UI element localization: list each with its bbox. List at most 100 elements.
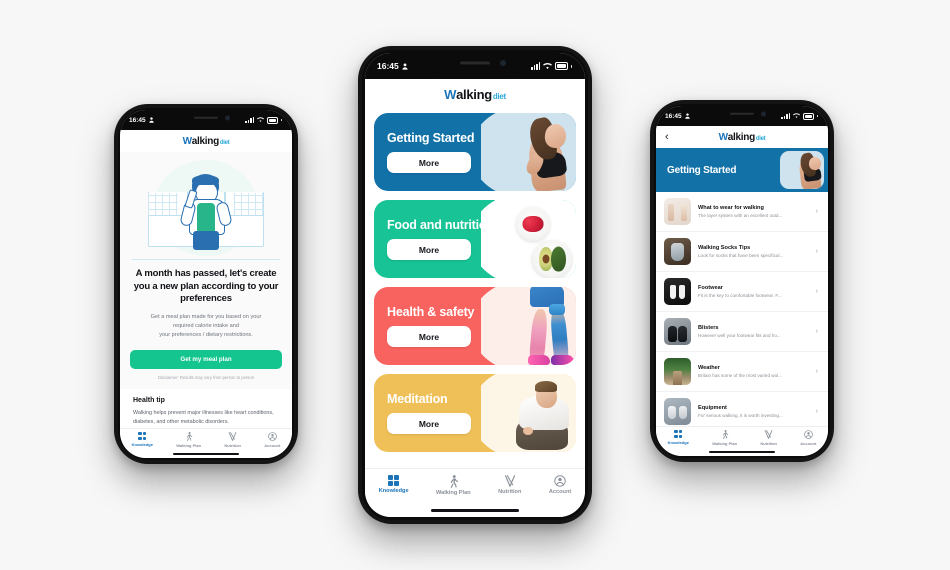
list-item[interactable]: Equipment For serious walking, it is wor… [656, 392, 828, 426]
more-button[interactable]: More [387, 413, 471, 434]
avocado-plate [532, 240, 572, 278]
phone-mockup-center: 16:45 Walking diet Getting Started More … [358, 46, 592, 524]
account-person-icon [554, 475, 566, 487]
illustration-person [179, 174, 233, 250]
app-logo: Walking diet [183, 136, 230, 147]
account-person-icon [267, 432, 277, 441]
legs-knee-brace-photo [481, 287, 576, 365]
logo-main: alking [456, 86, 492, 102]
list-item-text: Walking Socks Tips Look for socks that h… [698, 245, 809, 258]
front-camera [224, 115, 230, 120]
list-item-title: Walking Socks Tips [698, 244, 751, 251]
wifi-icon [793, 113, 800, 119]
nav-label: Knowledge [667, 440, 689, 445]
nav-item-account[interactable]: Account [800, 430, 816, 446]
nav-item-walking-plan[interactable]: Walking Plan [176, 432, 201, 448]
meditator-hand [523, 427, 533, 435]
category-card-health-safety[interactable]: Health & safety More [374, 287, 576, 365]
article-list: What to wear for walking The layer syste… [656, 192, 828, 426]
battery-icon [267, 116, 278, 124]
list-item-text: Blisters However well your footwear fits… [698, 325, 809, 338]
nav-item-account[interactable]: Account [549, 475, 571, 495]
section-banner-title: Getting Started [667, 164, 737, 176]
status-time: 16:45 [129, 116, 146, 124]
status-left: 16:45 [665, 113, 690, 120]
list-item[interactable]: Blisters However well your footwear fits… [656, 312, 828, 352]
fork-knife-icon [764, 430, 773, 439]
logo-mark: W [444, 86, 457, 102]
shoe-left [528, 355, 550, 365]
home-indicator [173, 452, 239, 455]
list-item-text: Footwear Fit is the key to comfortable f… [698, 285, 809, 298]
illustration-grid-right [234, 193, 264, 217]
socks-thumb [664, 238, 691, 265]
category-card-meditation[interactable]: Meditation More [374, 374, 576, 452]
nav-item-knowledge[interactable]: Knowledge [668, 430, 689, 445]
nav-item-nutrition[interactable]: Nutrition [224, 432, 241, 448]
blisters-boots-thumb [664, 318, 691, 345]
list-item[interactable]: Walking Socks Tips Look for socks that h… [656, 232, 828, 272]
list-item-text: Weather Britain has some of the most var… [698, 365, 809, 378]
nav-item-knowledge[interactable]: Knowledge [132, 432, 153, 447]
list-item-title: Footwear [698, 284, 723, 291]
list-item-desc: Britain has some of the most varied wol.… [698, 373, 782, 379]
category-card-food-nutrition[interactable]: Food and nutrition More [374, 200, 576, 278]
signal-icon [245, 117, 254, 123]
list-item[interactable]: What to wear for walking The layer syste… [656, 192, 828, 232]
chevron-left-icon[interactable]: ‹ [665, 131, 669, 143]
grid-icon [674, 430, 683, 438]
category-card-list: Getting Started More Food and nutrition … [365, 109, 585, 468]
weather-path-thumb [664, 358, 691, 385]
get-meal-plan-button[interactable]: Get my meal plan [130, 350, 282, 370]
front-camera [499, 60, 506, 66]
list-item-text: What to wear for walking The layer syste… [698, 205, 809, 218]
logo-sub: diet [492, 91, 506, 101]
wifi-icon [543, 62, 552, 69]
plan-subtext-line: your preferences / dietary restrictions. [159, 332, 253, 339]
nav-label: Walking Plan [436, 490, 471, 496]
nav-label: Nutrition [498, 489, 522, 495]
nav-item-account[interactable]: Account [264, 432, 280, 448]
nav-item-nutrition[interactable]: Nutrition [498, 475, 521, 495]
home-indicator [709, 450, 775, 453]
more-button[interactable]: More [387, 239, 471, 260]
nav-label: Nutrition [760, 441, 777, 446]
plan-subtext-line: required calorie intake and [173, 323, 239, 330]
runner-head [808, 156, 822, 171]
list-item[interactable]: Footwear Fit is the key to comfortable f… [656, 272, 828, 312]
nav-item-knowledge[interactable]: Knowledge [379, 475, 409, 494]
list-item-title: Equipment [698, 404, 727, 411]
speaker-grille [459, 61, 490, 65]
location-icon [402, 62, 408, 70]
app-logo: Walking diet [444, 87, 506, 102]
logo-mark: W [182, 135, 192, 147]
phone-screen-right: 16:45 ‹ Walking diet Getting Started Wha… [656, 106, 828, 456]
plan-disclaimer: Disclaimer: Results may vary from person… [157, 375, 255, 381]
illustration-baseline [132, 258, 280, 260]
health-tip-title: Health tip [133, 397, 165, 405]
section-banner-getting-started: Getting Started [656, 148, 828, 192]
mockup-stage: 16:45 Walking diet A month has passed, l… [0, 0, 950, 570]
meditator-hair [535, 381, 557, 392]
person-apron [197, 203, 215, 233]
signal-icon [531, 62, 540, 70]
nav-item-walking-plan[interactable]: Walking Plan [712, 430, 737, 446]
chevron-right-icon: › [815, 368, 818, 375]
chevron-right-icon: › [815, 208, 818, 215]
phone-screen-left: 16:45 Walking diet A month has passed, l… [120, 110, 292, 458]
list-item-desc: Fit is the key to comfortable footwear. … [698, 293, 782, 299]
status-left: 16:45 [377, 61, 408, 71]
more-button[interactable]: More [387, 326, 471, 347]
list-item[interactable]: Weather Britain has some of the most var… [656, 352, 828, 392]
more-button[interactable]: More [387, 152, 471, 173]
nav-item-walking-plan[interactable]: Walking Plan [436, 475, 471, 496]
nav-item-nutrition[interactable]: Nutrition [760, 430, 777, 446]
shoe-right [551, 355, 574, 365]
clothing-layers-thumb [664, 198, 691, 225]
wifi-icon [257, 117, 264, 123]
category-card-getting-started[interactable]: Getting Started More [374, 113, 576, 191]
app-header: Walking diet [120, 130, 292, 152]
speaker-grille [194, 116, 219, 119]
status-time: 16:45 [377, 61, 399, 71]
app-logo: Walking diet [719, 132, 766, 143]
